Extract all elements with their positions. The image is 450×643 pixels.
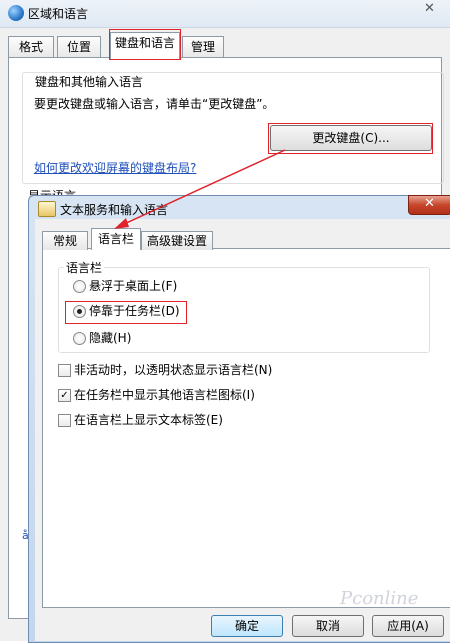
inner-dialog-title: 文本服务和输入语言 [60, 203, 169, 217]
highlight-box-tab [109, 29, 181, 60]
tab-language-bar[interactable]: 语言栏 [91, 228, 141, 250]
outer-window-title: 区域和语言 [28, 7, 89, 21]
tab-format[interactable]: 格式 [8, 36, 54, 58]
checkbox-transparent-inactive-label: 非活动时，以透明状态显示语言栏(N) [74, 363, 273, 377]
inner-close-button[interactable]: ✕ [408, 195, 450, 215]
welcome-keyboard-link[interactable]: 如何更改欢迎屏幕的键盘布局? [34, 159, 196, 176]
radio-hidden[interactable] [73, 332, 86, 345]
checkbox-text-labels[interactable] [58, 414, 71, 427]
tab-location[interactable]: 位置 [57, 36, 101, 58]
apply-button[interactable]: 应用(A) [372, 615, 444, 637]
ok-button[interactable]: 确定 [211, 615, 283, 637]
outer-close-button[interactable]: ✕ [416, 0, 446, 18]
checkbox-transparent-inactive[interactable] [58, 364, 71, 377]
radio-float-desktop-label: 悬浮于桌面上(F) [89, 279, 178, 293]
tab-administrative[interactable]: 管理 [182, 36, 224, 58]
checkbox-text-labels-label: 在语言栏上显示文本标签(E) [74, 413, 223, 427]
keyboard-description: 要更改键盘或输入语言，请单击“更改键盘”。 [34, 97, 275, 111]
close-icon: ✕ [424, 196, 435, 211]
close-icon: ✕ [424, 1, 435, 16]
language-bar-group-label: 语言栏 [64, 259, 105, 276]
watermark: Pconline [340, 588, 419, 609]
radio-float-desktop[interactable] [73, 280, 86, 293]
checkbox-extra-icons-taskbar[interactable]: ✓ [58, 389, 71, 402]
highlight-box-radio [65, 301, 187, 324]
checkbox-extra-icons-taskbar-label: 在任务栏中显示其他语言栏图标(I) [74, 388, 255, 402]
globe-icon [8, 5, 24, 21]
text-services-icon [38, 201, 56, 217]
cancel-button[interactable]: 取消 [292, 615, 364, 637]
tab-advanced-key-settings[interactable]: 高级键设置 [141, 231, 213, 250]
radio-hidden-label: 隐藏(H) [89, 331, 132, 345]
keyboard-group-label: 键盘和其他输入语言 [32, 73, 147, 90]
highlight-box-button [268, 123, 433, 154]
tab-general[interactable]: 常规 [42, 231, 88, 250]
